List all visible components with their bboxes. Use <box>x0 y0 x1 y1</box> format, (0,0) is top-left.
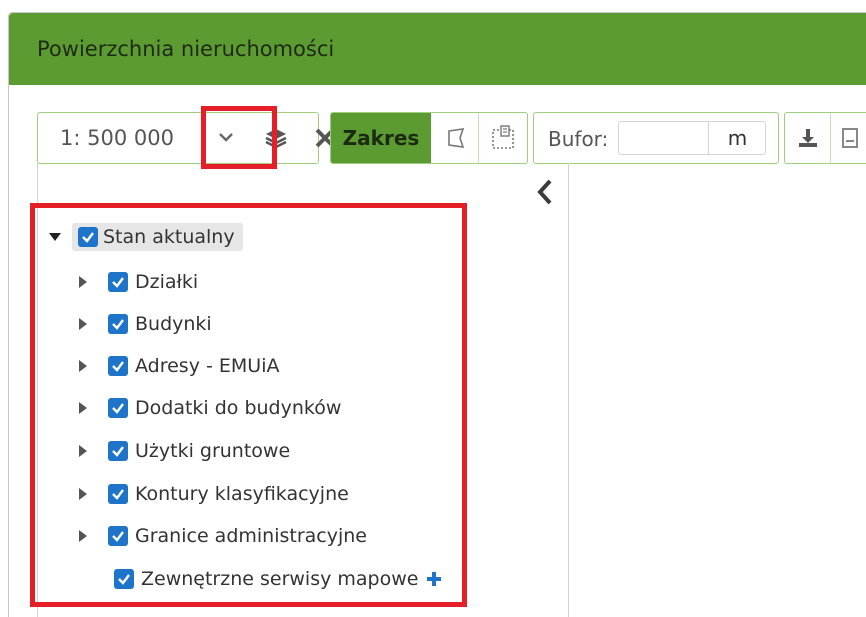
tree-node-external: Zewnętrzne serwisy mapowe <box>44 562 442 596</box>
checkbox[interactable] <box>108 398 128 418</box>
polygon-icon <box>447 128 464 148</box>
tree-node-label: Dodatki do budynków <box>135 397 342 419</box>
scale-group: 1: 500 000 <box>37 112 335 164</box>
scale-select[interactable]: 1: 500 000 <box>60 126 174 150</box>
check-icon <box>112 361 124 372</box>
tree-node-label: Użytki gruntowe <box>135 440 291 462</box>
chevron-left-icon <box>537 179 552 205</box>
tree-node: Granice administracyjne <box>44 519 367 553</box>
caret-right-icon[interactable] <box>76 444 90 458</box>
checkbox[interactable] <box>108 441 128 461</box>
plus-icon <box>427 572 442 586</box>
dashed-select-icon <box>492 125 514 149</box>
checkbox[interactable] <box>108 484 128 504</box>
caret-right-icon[interactable] <box>76 359 90 373</box>
checkbox[interactable] <box>78 227 98 247</box>
caret-right-icon[interactable] <box>76 275 90 289</box>
check-icon <box>112 531 124 542</box>
tree-node-label: Kontury klasyfikacyjne <box>135 483 349 505</box>
zakres-group: Zakres <box>330 112 528 164</box>
bufor-group: Bufor: m <box>533 112 779 164</box>
tree-node: Adresy - EMUiA <box>44 349 279 383</box>
caret-right-icon[interactable] <box>76 529 90 543</box>
tree-node-label: Budynki <box>135 313 212 335</box>
caret-right-icon[interactable] <box>76 487 90 501</box>
caret-down-icon[interactable] <box>48 230 62 244</box>
bufor-unit: m <box>708 121 766 155</box>
export-group <box>784 112 866 164</box>
checkbox[interactable] <box>108 314 128 334</box>
rectangle-select-button[interactable] <box>479 113 527 163</box>
panel-title: Powierzchnia nieruchomości <box>37 37 335 61</box>
checkbox[interactable] <box>108 272 128 292</box>
root-node[interactable]: Stan aktualny <box>72 223 243 251</box>
checkbox[interactable] <box>108 526 128 546</box>
tree-node-label: Zewnętrzne serwisy mapowe <box>141 568 419 590</box>
caret-right-icon[interactable] <box>76 401 90 415</box>
collapse-panel-button[interactable] <box>532 176 558 208</box>
bufor-label: Bufor: <box>548 127 609 151</box>
tree-node-label: Granice administracyjne <box>135 525 367 547</box>
tree-node: Użytki gruntowe <box>44 434 290 468</box>
tree-root: Stan aktualny <box>44 220 243 254</box>
checkbox[interactable] <box>114 569 134 589</box>
add-service-button[interactable] <box>426 571 442 587</box>
tree-node-label: Stan aktualny <box>103 226 235 248</box>
side-panel-divider <box>568 163 569 617</box>
check-icon <box>112 277 124 288</box>
tree-node: Dodatki do budynków <box>44 391 341 425</box>
checkbox[interactable] <box>108 356 128 376</box>
layers-icon <box>265 129 287 149</box>
document-icon <box>842 128 858 148</box>
polygon-select-button[interactable] <box>433 113 479 163</box>
check-icon <box>118 574 130 585</box>
check-icon <box>82 232 94 243</box>
tree-node: Kontury klasyfikacyjne <box>44 477 349 511</box>
download-icon <box>798 129 817 147</box>
check-icon <box>112 489 124 500</box>
side-panel-border <box>37 163 38 617</box>
tree-node-label: Działki <box>135 271 199 293</box>
caret-right-icon[interactable] <box>76 317 90 331</box>
tree-node-label: Adresy - EMUiA <box>135 355 280 377</box>
zakres-button[interactable]: Zakres <box>331 113 431 163</box>
panel-header: Powierzchnia nieruchomości <box>9 13 866 85</box>
document-button[interactable] <box>831 113 866 163</box>
download-button[interactable] <box>785 113 831 163</box>
chevron-down-icon[interactable] <box>218 129 234 145</box>
check-icon <box>112 403 124 414</box>
layers-button[interactable] <box>250 117 302 159</box>
tree-node: Budynki <box>44 307 212 341</box>
tree-node: Działki <box>44 265 198 299</box>
check-icon <box>112 319 124 330</box>
check-icon <box>112 446 124 457</box>
